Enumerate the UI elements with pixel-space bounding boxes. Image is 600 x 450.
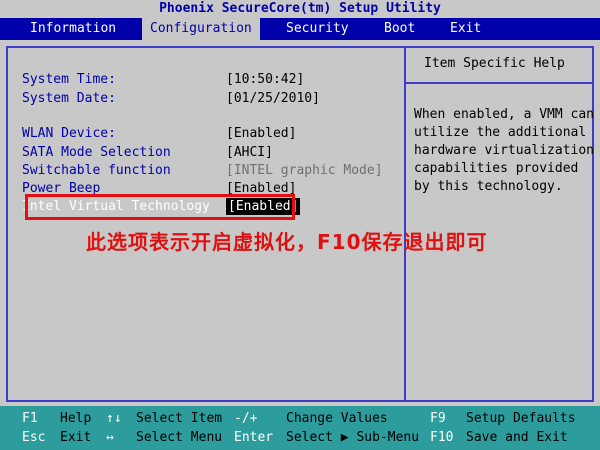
setting-label: Switchable function bbox=[22, 163, 171, 178]
annotation-highlight-box bbox=[25, 194, 295, 220]
setting-label: SATA Mode Selection bbox=[22, 145, 171, 160]
menu-bar: Information Configuration Security Boot … bbox=[0, 18, 600, 40]
annotation-text: 此选项表示开启虚拟化，F10保存退出即可 bbox=[86, 230, 488, 254]
setting-value[interactable]: [Enabled] bbox=[226, 126, 296, 141]
key-desc-setup-defaults: Setup Defaults bbox=[466, 411, 576, 426]
updown-arrows-icon: ↑↓ bbox=[106, 411, 122, 426]
key-desc-select-submenu: Select ▶ Sub-Menu bbox=[286, 430, 420, 445]
window-title: Phoenix SecureCore(tm) Setup Utility bbox=[0, 0, 600, 18]
key-desc-help: Help bbox=[60, 411, 92, 426]
key-plus-minus: -/+ bbox=[234, 411, 258, 426]
key-desc-select-item: Select Item bbox=[136, 411, 223, 426]
leftright-arrows-icon: ↔ bbox=[106, 430, 114, 445]
setting-value[interactable]: [10:50:42] bbox=[226, 72, 304, 87]
tab-exit[interactable]: Exit bbox=[442, 18, 489, 40]
tab-boot[interactable]: Boot bbox=[376, 18, 423, 40]
setting-value[interactable]: [AHCI] bbox=[226, 145, 273, 160]
key-desc-select-menu: Select Menu bbox=[136, 430, 223, 445]
key-f9: F9 bbox=[430, 411, 446, 426]
setting-label: System Date: bbox=[22, 91, 116, 106]
setting-value[interactable]: [01/25/2010] bbox=[226, 91, 320, 106]
key-desc-change-values: Change Values bbox=[286, 411, 388, 426]
key-enter: Enter bbox=[234, 430, 274, 445]
tab-configuration[interactable]: Configuration bbox=[142, 18, 260, 40]
help-title: Item Specific Help bbox=[424, 56, 565, 71]
help-text: When enabled, a VMM can utilize the addi… bbox=[414, 107, 595, 194]
key-help-bar: F1 Help ↑↓ Select Item -/+ Change Values… bbox=[0, 406, 600, 450]
key-desc-save-and-exit: Save and Exit bbox=[466, 430, 568, 445]
panel-divider bbox=[404, 48, 406, 400]
tab-information[interactable]: Information bbox=[22, 18, 124, 40]
setting-value: [INTEL graphic Mode] bbox=[226, 163, 383, 178]
key-f1: F1 bbox=[22, 411, 38, 426]
key-esc: Esc bbox=[22, 430, 46, 445]
help-divider bbox=[406, 82, 594, 84]
key-f10: F10 bbox=[430, 430, 454, 445]
setting-label: WLAN Device: bbox=[22, 126, 116, 141]
key-desc-exit: Exit bbox=[60, 430, 92, 445]
tab-security[interactable]: Security bbox=[278, 18, 357, 40]
setting-label: System Time: bbox=[22, 72, 116, 87]
